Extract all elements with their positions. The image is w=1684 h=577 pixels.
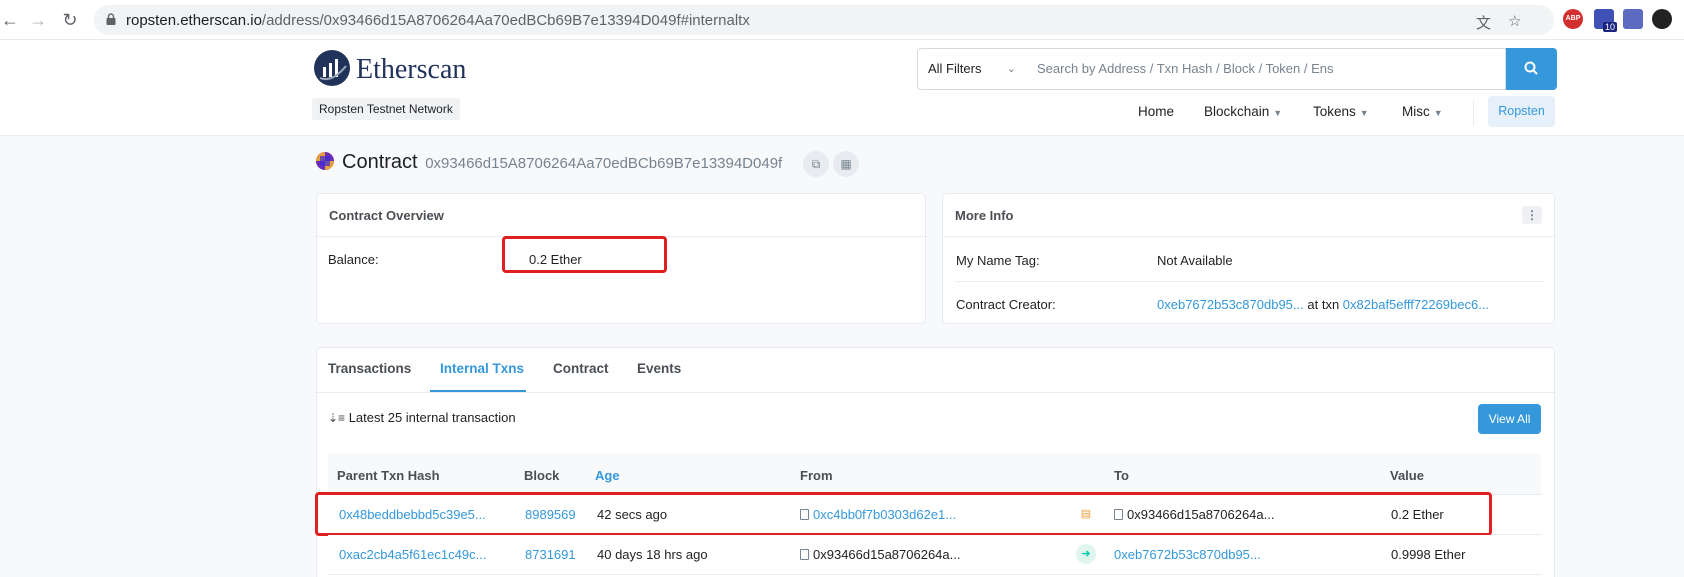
view-all-button[interactable]: View All <box>1478 404 1541 434</box>
nav-home[interactable]: Home <box>1138 104 1174 128</box>
creator-txn-link[interactable]: 0x82baf5efff72269bec6... <box>1343 297 1489 312</box>
chevron-down-icon: ⌄ <box>1006 63 1016 75</box>
at-txn-label: at txn <box>1307 297 1340 312</box>
name-tag-value: Not Available <box>1157 253 1233 268</box>
chevron-down-icon: ▼ <box>1273 108 1283 118</box>
more-info-card: More Info ⋮ My Name Tag: Not Available C… <box>942 193 1555 324</box>
extension-icon[interactable]: 10 <box>1594 9 1617 32</box>
site-header: Etherscan Ropsten Testnet Network All Fi… <box>0 40 1684 136</box>
col-from: From <box>800 468 833 483</box>
extension-icon-2[interactable] <box>1623 9 1643 29</box>
nav-divider <box>1473 100 1474 126</box>
age-value: 40 days 18 hrs ago <box>597 547 708 562</box>
col-age[interactable]: Age <box>595 468 620 483</box>
search-filter-select[interactable]: All Filters ⌄ <box>917 48 1027 90</box>
extension-badge: 10 <box>1602 22 1617 32</box>
divider <box>956 281 1544 282</box>
network-switch-button[interactable]: Ropsten <box>1488 96 1555 127</box>
network-badge: Ropsten Testnet Network <box>312 98 460 120</box>
nav-tokens[interactable]: Tokens ▼ <box>1313 104 1369 128</box>
url-host: ropsten.etherscan.io <box>126 12 262 29</box>
list-summary-text: Latest 25 internal transaction <box>348 410 516 425</box>
more-info-title: More Info <box>955 208 1014 223</box>
nav-misc[interactable]: Misc ▼ <box>1402 104 1443 128</box>
tab-transactions[interactable]: Transactions <box>328 361 411 376</box>
to-address-link[interactable]: 0xeb7672b53c870db95... <box>1114 547 1261 562</box>
table-row: 0xac2cb4a5f61ec1c49c... 8731691 40 days … <box>328 535 1541 575</box>
search-button[interactable] <box>1506 48 1557 90</box>
card-header: More Info ⋮ <box>943 194 1554 237</box>
search-bar: All Filters ⌄ Search by Address / Txn Ha… <box>917 48 1557 90</box>
page-title: Contract 0x93466d15A8706264Aa70edBCb69B7… <box>342 151 782 174</box>
contract-address: 0x93466d15A8706264Aa70edBCb69B7e13394D04… <box>425 155 783 172</box>
nav-blockchain[interactable]: Blockchain ▼ <box>1204 104 1282 128</box>
contract-file-icon <box>800 549 809 560</box>
contract-avatar-icon <box>316 152 334 170</box>
list-summary: ⇣≡ Latest 25 internal transaction <box>328 410 516 425</box>
chevron-down-icon: ▼ <box>1359 108 1369 118</box>
nav-blockchain-label: Blockchain <box>1204 104 1270 119</box>
search-icon <box>1524 61 1538 75</box>
tab-contract[interactable]: Contract <box>553 361 609 376</box>
more-options-icon[interactable]: ⋮ <box>1522 206 1542 224</box>
logo-mark-icon <box>314 50 350 86</box>
table-header: Parent Txn Hash Block Age From To Value <box>328 454 1541 495</box>
balance-label: Balance: <box>328 252 379 267</box>
forward-icon[interactable]: → <box>28 10 48 30</box>
from-address: 0x93466d15a8706264a... <box>813 547 961 562</box>
qr-code-icon[interactable]: ▦ <box>833 151 859 177</box>
nav-misc-label: Misc <box>1402 104 1430 119</box>
col-parent-txn-hash: Parent Txn Hash <box>337 468 440 483</box>
contract-creator-label: Contract Creator: <box>956 297 1056 312</box>
value-amount: 0.9998 Ether <box>1391 547 1466 562</box>
highlight-box <box>315 492 1492 536</box>
reload-icon[interactable]: ↻ <box>60 10 80 30</box>
url-path: /address/0x93466d15A8706264Aa70edBCb69B7… <box>261 12 750 29</box>
page-title-label: Contract <box>342 151 418 173</box>
chevron-down-icon: ▼ <box>1433 108 1443 118</box>
nav-tokens-label: Tokens <box>1313 104 1356 119</box>
tab-internal-txns[interactable]: Internal Txns <box>440 361 524 376</box>
name-tag-label: My Name Tag: <box>956 253 1040 268</box>
block-link[interactable]: 8731691 <box>525 547 576 562</box>
extension-icon-3[interactable] <box>1652 9 1672 29</box>
url-text: ropsten.etherscan.io/address/0x93466d15A… <box>126 12 750 29</box>
tabs-divider <box>316 392 1554 393</box>
col-value: Value <box>1390 468 1424 483</box>
sort-icon: ⇣≡ <box>328 411 346 425</box>
card-header: Contract Overview <box>317 194 925 237</box>
tab-events[interactable]: Events <box>637 361 681 376</box>
address-bar[interactable]: ropsten.etherscan.io/address/0x93466d15A… <box>94 5 1554 35</box>
col-to: To <box>1114 468 1129 483</box>
copy-icon[interactable]: ⧉ <box>803 151 829 177</box>
lock-icon <box>106 13 116 25</box>
star-icon[interactable]: ☆ <box>1508 12 1521 30</box>
logo-text: Etherscan <box>356 54 467 85</box>
translate-icon[interactable]: 文 <box>1476 12 1491 33</box>
search-input[interactable]: Search by Address / Txn Hash / Block / T… <box>1026 48 1506 90</box>
browser-toolbar: ← → ↻ ropsten.etherscan.io/address/0x934… <box>0 0 1684 40</box>
adblock-extension-icon[interactable]: ABP <box>1563 9 1583 29</box>
highlight-box <box>502 236 667 273</box>
creator-address-link[interactable]: 0xeb7672b53c870db95... <box>1157 297 1304 312</box>
back-icon[interactable]: ← <box>0 10 20 30</box>
filter-label: All Filters <box>928 61 982 76</box>
active-tab-indicator <box>430 390 526 392</box>
parent-txn-link[interactable]: 0xac2cb4a5f61ec1c49c... <box>339 547 486 562</box>
arrow-right-icon: ➜ <box>1076 544 1096 564</box>
col-block: Block <box>524 468 560 483</box>
